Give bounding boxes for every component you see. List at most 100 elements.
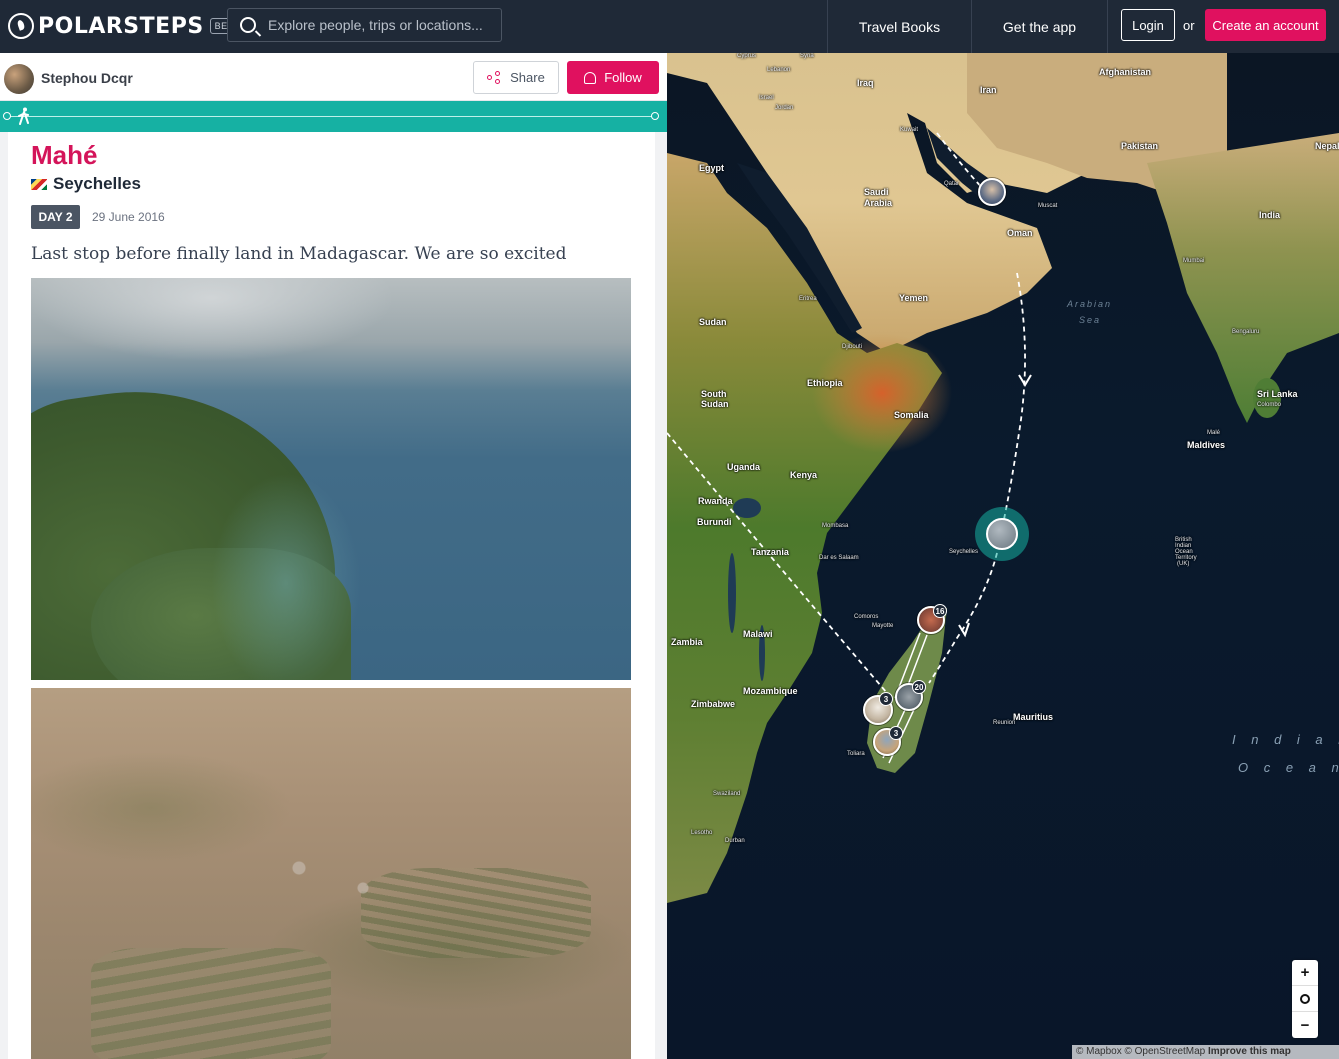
trip-map[interactable]: Cyprus Syria Lebanon Israel Jordan Iraq …	[667, 53, 1339, 1059]
map-label-arabia: Arabia	[864, 198, 893, 208]
map-label-oman: Oman	[1007, 228, 1033, 238]
map-label-male: Malé	[1207, 430, 1221, 436]
share-icon	[487, 71, 502, 84]
follow-button[interactable]: Follow	[567, 61, 659, 94]
map-marker-active-seychelles[interactable]	[975, 507, 1029, 561]
map-label-indian: I n d i a n	[1232, 732, 1339, 747]
timeline-end-dot[interactable]	[651, 112, 659, 120]
map-label-toliara: Toliara	[847, 751, 865, 757]
map-label-nepal: Nepal	[1315, 141, 1339, 151]
map-label-egypt: Egypt	[699, 163, 725, 173]
map-label-durban: Durban	[725, 838, 745, 844]
map-label-mayotte: Mayotte	[872, 623, 894, 629]
share-button[interactable]: Share	[473, 61, 559, 94]
timeline-track	[10, 116, 655, 117]
map-label-zimbabwe: Zimbabwe	[691, 699, 736, 709]
step-caption: Last stop before finally land in Madagas…	[31, 244, 567, 264]
step-card: Mahé Seychelles DAY 2 29 June 2016 Last …	[8, 132, 655, 1059]
polarsteps-logo-icon	[8, 13, 34, 39]
map-label-mumbai: Mumbai	[1183, 258, 1205, 264]
map-zoom-controls: + −	[1292, 960, 1318, 1038]
zoom-out-button[interactable]: −	[1292, 1012, 1318, 1038]
search-box[interactable]	[227, 8, 502, 42]
or-separator: or	[1183, 18, 1195, 33]
map-label-rwanda: Rwanda	[698, 496, 733, 506]
map-label-british-uk: (UK)	[1177, 561, 1190, 567]
map-label-jordan: Jordan	[775, 105, 794, 111]
share-label: Share	[510, 70, 545, 85]
map-marker-dubai[interactable]	[978, 178, 1006, 206]
map-label-ethiopia: Ethiopia	[807, 378, 843, 388]
map-label-mozambique: Mozambique	[743, 686, 798, 696]
map-label-arabian: Arabian	[1067, 299, 1113, 309]
map-label-south-sudan: Sudan	[701, 399, 729, 409]
map-label-bengaluru: Bengaluru	[1232, 329, 1260, 335]
map-label-south: South	[701, 389, 727, 399]
nav-get-the-app[interactable]: Get the app	[971, 0, 1108, 53]
map-label-israel: Israel	[759, 95, 774, 101]
map-label-colombo: Colombo	[1257, 402, 1282, 408]
map-label-yemen: Yemen	[899, 293, 929, 303]
map-marker-count-3b: 3	[889, 726, 903, 740]
map-label-dar: Dar es Salaam	[819, 555, 859, 561]
map-label-maldives: Maldives	[1187, 440, 1226, 450]
attribution-text[interactable]: © Mapbox © OpenStreetMap	[1076, 1046, 1208, 1057]
walker-icon[interactable]	[18, 107, 30, 125]
map-label-uganda: Uganda	[727, 462, 761, 472]
compass-icon	[1300, 993, 1310, 1004]
search-input[interactable]	[268, 17, 498, 33]
polarsteps-logo[interactable]: POLARSTEPS BETA	[8, 13, 245, 39]
login-button[interactable]: Login	[1121, 9, 1175, 41]
map-label-india: India	[1259, 210, 1281, 220]
search-icon	[240, 17, 256, 33]
reset-north-button[interactable]	[1292, 986, 1318, 1012]
day-badge: DAY 2	[31, 205, 80, 229]
step-country: Seychelles	[31, 174, 141, 194]
step-photo-landscape[interactable]	[31, 688, 631, 1059]
map-label-somalia: Somalia	[894, 410, 929, 420]
country-name: Seychelles	[53, 174, 141, 193]
map-label-sea: Sea	[1079, 315, 1102, 325]
map-attribution: © Mapbox © OpenStreetMap Improve this ma…	[1072, 1045, 1339, 1059]
map-label-muscat: Muscat	[1038, 203, 1058, 209]
user-plus-icon	[584, 71, 597, 84]
trip-timeline[interactable]	[0, 101, 667, 132]
map-label-reunion: Reunion	[993, 720, 1016, 726]
seychelles-flag-icon	[31, 178, 47, 190]
improve-map-link[interactable]: Improve this map	[1208, 1046, 1291, 1057]
step-date: 29 June 2016	[92, 210, 165, 224]
map-label-qatar: Qatar	[944, 181, 960, 187]
map-label-mauritius: Mauritius	[1013, 712, 1054, 722]
map-label-eritrea: Eritrea	[799, 296, 817, 302]
avatar[interactable]	[4, 64, 34, 94]
map-label-seychelles: Seychelles	[949, 549, 979, 555]
user-bar: Stephou Dcqr Share Follow	[0, 53, 667, 101]
map-label-afghanistan: Afghanistan	[1099, 67, 1152, 77]
map-label-sri-lanka: Sri Lanka	[1257, 389, 1298, 399]
nav-travel-books[interactable]: Travel Books	[827, 0, 971, 53]
user-name[interactable]: Stephou Dcqr	[41, 70, 133, 86]
map-label-sudan: Sudan	[699, 317, 727, 327]
follow-label: Follow	[604, 70, 642, 85]
brand-name: POLARSTEPS	[38, 13, 204, 39]
map-label-lesotho: Lesotho	[691, 830, 713, 836]
map-label-iraq: Iraq	[857, 78, 874, 88]
map-label-saudi: Saudi	[864, 187, 889, 197]
map-label-tanzania: Tanzania	[751, 547, 789, 557]
timeline-start-dot[interactable]	[3, 112, 11, 120]
map-label-kenya: Kenya	[790, 470, 818, 480]
map-marker-count-3a: 3	[879, 692, 893, 706]
map-label-djibouti: Djibouti	[842, 344, 863, 350]
map-label-comoros: Comoros	[854, 614, 879, 620]
step-photo-coastline[interactable]	[31, 278, 631, 680]
step-title: Mahé	[31, 140, 98, 170]
create-account-button[interactable]: Create an account	[1205, 9, 1326, 41]
map-marker-count-16: 16	[933, 604, 947, 618]
map-label-kuwait: Kuwait	[900, 127, 919, 133]
trip-step-panel: Stephou Dcqr Share Follow Mahé Seychelle…	[0, 53, 667, 1059]
map-marker-count-20: 20	[912, 680, 926, 694]
map-label-iran: Iran	[980, 85, 997, 95]
map-label-mombasa: Mombasa	[822, 523, 849, 529]
top-navigation-bar: POLARSTEPS BETA Travel Books Get the app…	[0, 0, 1339, 53]
zoom-in-button[interactable]: +	[1292, 960, 1318, 986]
